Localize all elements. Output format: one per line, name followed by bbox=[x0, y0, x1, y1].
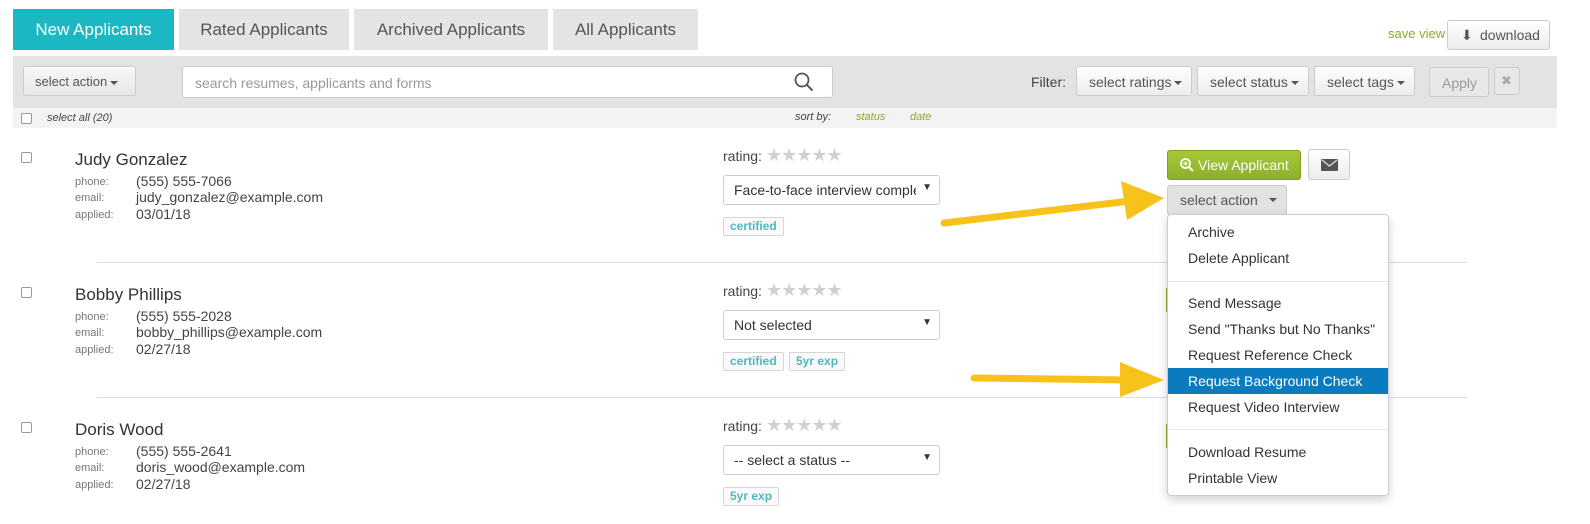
select-arrow-icon: ▼ bbox=[922, 182, 932, 193]
applied-label: applied: bbox=[75, 344, 114, 356]
applicant-name[interactable]: Doris Wood bbox=[75, 420, 164, 440]
download-arrow-icon: ⬇ bbox=[1461, 27, 1473, 43]
row-select-action-label: select action bbox=[1180, 192, 1258, 208]
applicant-name[interactable]: Bobby Phillips bbox=[75, 285, 182, 305]
action-dropdown-menu: Archive Delete Applicant Send Message Se… bbox=[1167, 214, 1389, 496]
applied-label: applied: bbox=[75, 209, 114, 221]
magnifier-plus-icon bbox=[1180, 158, 1194, 172]
phone-label: phone: bbox=[75, 446, 109, 458]
download-label: download bbox=[1480, 27, 1540, 43]
rating-label: rating: bbox=[723, 148, 762, 164]
caret-down-icon bbox=[1290, 81, 1299, 86]
email-applicant-button[interactable] bbox=[1308, 149, 1350, 180]
menu-item-archive[interactable]: Archive bbox=[1168, 219, 1388, 245]
caret-down-icon bbox=[110, 80, 119, 85]
phone-label: phone: bbox=[75, 311, 109, 323]
caret-down-icon bbox=[1396, 81, 1405, 86]
envelope-icon bbox=[1321, 159, 1338, 171]
select-arrow-icon: ▼ bbox=[922, 317, 932, 328]
tab-all-applicants[interactable]: All Applicants bbox=[553, 9, 698, 50]
rating-label: rating: bbox=[723, 418, 762, 434]
status-select[interactable]: -- select a status -- ▼ bbox=[723, 445, 940, 475]
email-value: bobby_phillips@example.com bbox=[136, 324, 323, 340]
annotation-arrow-select-action bbox=[940, 181, 1164, 227]
tag-badge: certified bbox=[723, 217, 784, 236]
search-input[interactable] bbox=[193, 73, 777, 93]
select-all-label: select all (20) bbox=[47, 112, 113, 124]
select-tags-label: select tags bbox=[1327, 74, 1394, 90]
sort-by-label: sort by: bbox=[795, 111, 832, 123]
menu-item-send-message[interactable]: Send Message bbox=[1168, 290, 1388, 316]
view-applicant-button[interactable]: View Applicant bbox=[1167, 150, 1301, 180]
sort-date-link[interactable]: date bbox=[910, 111, 931, 123]
email-label: email: bbox=[75, 192, 105, 204]
tag-badge: 5yr exp bbox=[789, 352, 846, 371]
apply-label: Apply bbox=[1442, 75, 1478, 91]
menu-item-request-reference-check[interactable]: Request Reference Check bbox=[1168, 342, 1388, 368]
row-select-action-button[interactable]: select action bbox=[1167, 185, 1287, 215]
applicant-checkbox[interactable] bbox=[21, 287, 32, 298]
applied-value: 03/01/18 bbox=[136, 206, 191, 222]
email-value: judy_gonzalez@example.com bbox=[136, 189, 323, 205]
phone-value: (555) 555-7066 bbox=[136, 173, 232, 189]
menu-item-send-thanks-but-no-thanks[interactable]: Send "Thanks but No Thanks" bbox=[1168, 316, 1388, 342]
status-value: Face-to-face interview completed bbox=[734, 182, 916, 198]
select-status-label: select status bbox=[1210, 74, 1288, 90]
select-tags-dropdown[interactable]: select tags bbox=[1314, 66, 1415, 96]
applied-label: applied: bbox=[75, 479, 114, 491]
view-applicant-label: View Applicant bbox=[1198, 157, 1289, 173]
status-value: Not selected bbox=[734, 317, 812, 333]
close-icon: ✖ bbox=[1501, 73, 1512, 88]
applied-value: 02/27/18 bbox=[136, 476, 191, 492]
search-icon[interactable] bbox=[794, 72, 814, 92]
caret-down-icon bbox=[1269, 198, 1277, 202]
tag-badge: 5yr exp bbox=[723, 487, 780, 506]
sort-status-link[interactable]: status bbox=[856, 111, 885, 123]
filter-label: Filter: bbox=[1031, 74, 1066, 90]
clear-filter-button[interactable]: ✖ bbox=[1494, 67, 1520, 95]
star-rating[interactable]: ★★★★★ bbox=[766, 145, 843, 166]
tab-archived-applicants[interactable]: Archived Applicants bbox=[354, 9, 548, 50]
bulk-select-action-button[interactable]: select action bbox=[23, 66, 136, 96]
menu-item-printable-view[interactable]: Printable View bbox=[1168, 465, 1388, 491]
select-arrow-icon: ▼ bbox=[922, 452, 932, 463]
status-select[interactable]: Not selected ▼ bbox=[723, 310, 940, 340]
menu-item-download-resume[interactable]: Download Resume bbox=[1168, 439, 1388, 465]
email-label: email: bbox=[75, 327, 105, 339]
menu-item-delete-applicant[interactable]: Delete Applicant bbox=[1168, 245, 1388, 271]
email-value: doris_wood@example.com bbox=[136, 459, 306, 475]
tab-new-applicants[interactable]: New Applicants bbox=[13, 9, 174, 50]
bulk-select-action-label: select action bbox=[35, 74, 119, 89]
phone-value: (555) 555-2028 bbox=[136, 308, 232, 324]
menu-divider bbox=[1168, 429, 1388, 430]
rating-label: rating: bbox=[723, 283, 762, 299]
tab-rated-applicants[interactable]: Rated Applicants bbox=[179, 9, 349, 50]
list-subheader bbox=[13, 108, 1557, 128]
status-select[interactable]: Face-to-face interview completed ▼ bbox=[723, 175, 940, 205]
search-box bbox=[182, 66, 833, 98]
star-rating[interactable]: ★★★★★ bbox=[766, 280, 843, 301]
select-status-dropdown[interactable]: select status bbox=[1197, 66, 1309, 96]
menu-item-request-video-interview[interactable]: Request Video Interview bbox=[1168, 394, 1388, 420]
menu-divider bbox=[1168, 281, 1388, 282]
save-view-link[interactable]: save view bbox=[1388, 26, 1445, 41]
applicant-checkbox[interactable] bbox=[21, 152, 32, 163]
annotation-arrow-background-check bbox=[970, 362, 1164, 397]
select-ratings-dropdown[interactable]: select ratings bbox=[1076, 66, 1192, 96]
caret-down-icon bbox=[1174, 81, 1183, 86]
star-rating[interactable]: ★★★★★ bbox=[766, 415, 843, 436]
applicant-checkbox[interactable] bbox=[21, 422, 32, 433]
phone-value: (555) 555-2641 bbox=[136, 443, 232, 459]
download-button[interactable]: ⬇ download bbox=[1447, 20, 1550, 50]
select-all-checkbox[interactable] bbox=[21, 113, 32, 124]
menu-item-request-background-check[interactable]: Request Background Check bbox=[1168, 368, 1388, 394]
apply-button[interactable]: Apply bbox=[1429, 67, 1489, 97]
select-ratings-label: select ratings bbox=[1089, 74, 1172, 90]
phone-label: phone: bbox=[75, 176, 109, 188]
tag-badge: certified bbox=[723, 352, 784, 371]
applied-value: 02/27/18 bbox=[136, 341, 191, 357]
email-label: email: bbox=[75, 462, 105, 474]
applicant-name[interactable]: Judy Gonzalez bbox=[75, 150, 187, 170]
status-value: -- select a status -- bbox=[734, 452, 850, 468]
